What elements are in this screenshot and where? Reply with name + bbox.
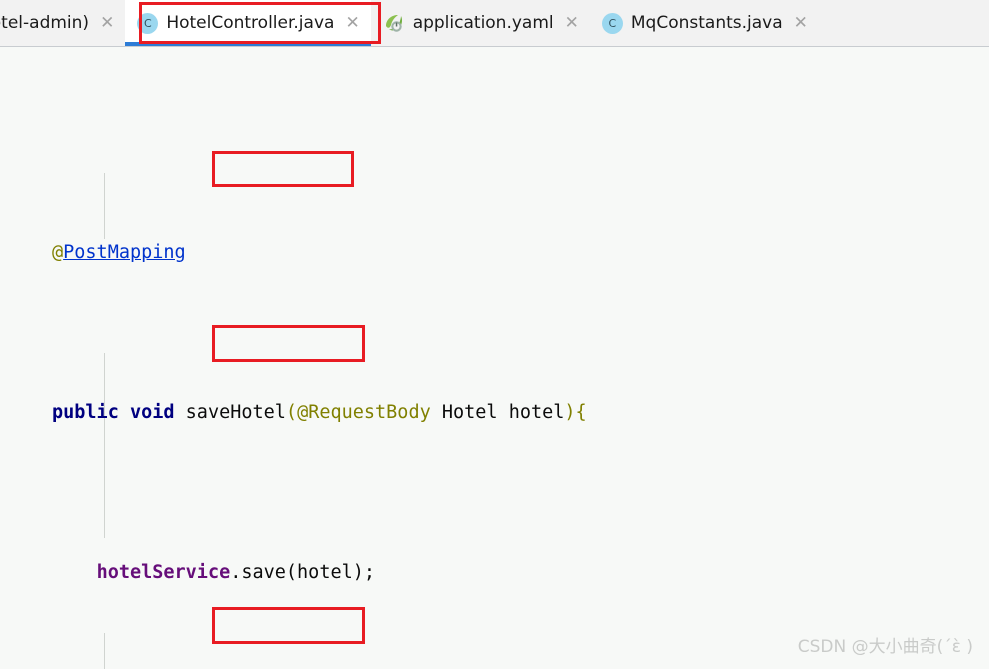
code-line: public void saveHotel(@RequestBody Hotel… — [0, 393, 989, 433]
code-line: @PostMapping — [0, 233, 989, 273]
annotation-requestbody: @RequestBody — [297, 402, 431, 423]
editor-tab-bar: hotel-admin) ✕ C HotelController.java ✕ … — [0, 0, 989, 47]
java-class-icon: C — [601, 12, 623, 34]
at-symbol: @ — [52, 242, 64, 263]
close-icon[interactable]: ✕ — [565, 14, 579, 32]
tab-label: HotelController.java — [166, 12, 335, 33]
code-editor[interactable]: @PostMapping public void saveHotel(@Requ… — [0, 47, 989, 669]
paren: ( — [285, 402, 298, 423]
keyword-public: public — [52, 402, 119, 423]
keyword-void: void — [129, 402, 175, 423]
paren-brace: ){ — [564, 402, 587, 423]
method-call-save: .save(hotel); — [230, 562, 376, 583]
annotation-postmapping[interactable]: PostMapping — [63, 242, 186, 263]
method-name-savehotel[interactable]: saveHotel — [186, 402, 286, 423]
code-line: hotelService.save(hotel); — [0, 553, 989, 593]
java-class-icon: C — [137, 12, 159, 34]
param-name: hotel — [508, 402, 565, 423]
tab-mqconstants-java[interactable]: C MqConstants.java ✕ — [589, 0, 819, 46]
tab-label: MqConstants.java — [630, 12, 783, 33]
code-content[interactable]: @PostMapping public void saveHotel(@Requ… — [0, 47, 989, 669]
close-icon[interactable]: ✕ — [794, 14, 808, 32]
csdn-watermark: CSDN @大小曲奇(´ὲ ) — [797, 637, 973, 657]
field-hotelservice: hotelService — [96, 562, 231, 583]
tab-label: hotel-admin) — [0, 12, 90, 33]
param-type: Hotel — [430, 402, 509, 423]
close-icon[interactable]: ✕ — [100, 14, 114, 32]
tab-hotelcontroller-java[interactable]: C HotelController.java ✕ — [125, 0, 372, 46]
spring-leaf-icon — [383, 13, 405, 34]
tab-label: application.yaml — [412, 12, 554, 33]
close-icon[interactable]: ✕ — [345, 14, 359, 32]
tab-hotel-admin[interactable]: hotel-admin) ✕ — [0, 0, 126, 46]
tab-application-yaml[interactable]: application.yaml ✕ — [370, 0, 590, 46]
